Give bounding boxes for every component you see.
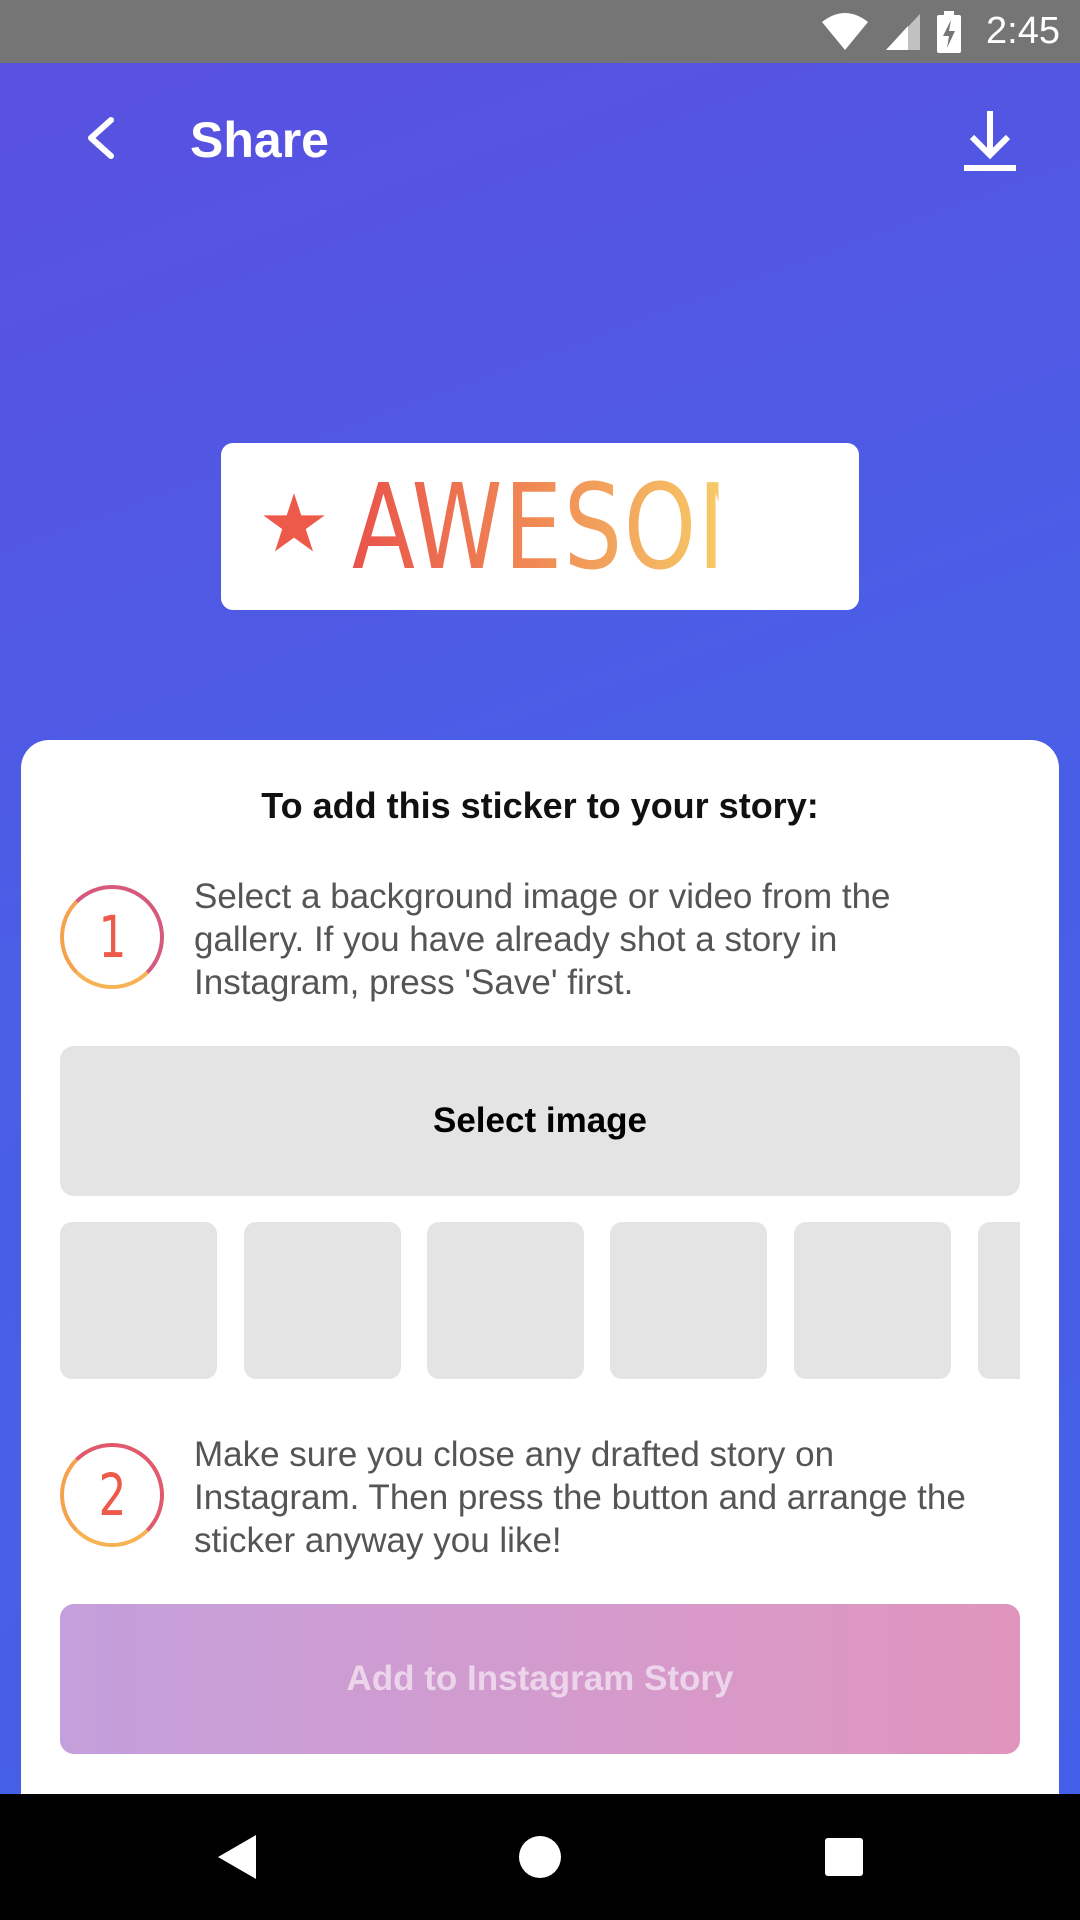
star-icon: ★ xyxy=(258,478,330,568)
instructions-card: To add this sticker to your story: 1 Sel… xyxy=(21,740,1059,1794)
step-1-badge: 1 xyxy=(60,885,164,989)
gallery-thumbnail[interactable] xyxy=(60,1222,217,1379)
select-image-button[interactable]: Select image xyxy=(60,1046,1020,1196)
step-2-number: 2 xyxy=(98,1461,126,1529)
signal-icon xyxy=(886,13,921,50)
sticker-text: AWESOME xyxy=(351,457,839,596)
gallery-thumbnail[interactable] xyxy=(427,1222,584,1379)
instructions-heading: To add this sticker to your story: xyxy=(261,785,819,826)
back-arrow-icon xyxy=(88,117,114,159)
system-nav-bar xyxy=(0,1794,1080,1920)
nav-recents-button[interactable] xyxy=(809,1822,879,1892)
page-title: Share xyxy=(190,112,329,168)
gallery-thumbnail[interactable] xyxy=(610,1222,767,1379)
gallery-thumbnail[interactable] xyxy=(794,1222,951,1379)
sticker-preview: ★ AWESOME xyxy=(221,443,859,610)
gallery-thumbnail[interactable] xyxy=(978,1222,1020,1379)
wifi-icon xyxy=(822,12,869,50)
add-to-instagram-story-button[interactable]: Add to Instagram Story xyxy=(60,1604,1020,1754)
back-button[interactable] xyxy=(70,103,130,173)
gallery-thumbnails xyxy=(60,1222,1020,1380)
step-1-number: 1 xyxy=(98,903,126,971)
gallery-thumbnail[interactable] xyxy=(244,1222,401,1379)
nav-home-icon xyxy=(519,1836,561,1878)
step-1-text: Select a background image or video from … xyxy=(194,877,891,1002)
download-button[interactable] xyxy=(950,101,1030,181)
share-screen: 2:45 Share ★ AWESOME To add this sticker… xyxy=(0,0,1080,1794)
nav-home-button[interactable] xyxy=(505,1822,575,1892)
status-bar: 2:45 xyxy=(0,0,1080,63)
nav-back-button[interactable] xyxy=(202,1822,272,1892)
step-2-text: Make sure you close any drafted story on… xyxy=(194,1435,966,1560)
battery-charging-icon xyxy=(937,10,962,53)
status-time: 2:45 xyxy=(986,10,1060,52)
app-bar: Share xyxy=(0,63,1080,213)
step-2-badge: 2 xyxy=(60,1443,164,1547)
download-icon xyxy=(964,111,1016,171)
nav-recents-icon xyxy=(825,1838,863,1876)
nav-back-icon xyxy=(218,1835,256,1879)
